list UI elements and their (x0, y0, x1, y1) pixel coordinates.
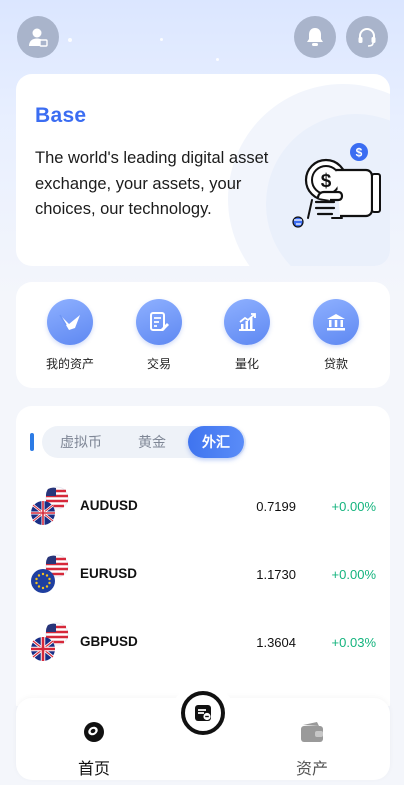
hero-tagline: The world's leading digital asset exchan… (35, 149, 269, 218)
quick-action-trade[interactable]: 交易 (124, 299, 194, 372)
document-pen-icon (136, 299, 182, 345)
bell-icon (307, 28, 323, 46)
pair-change: +0.03% (331, 635, 376, 650)
quick-action-label: 贷款 (323, 357, 348, 371)
pair-change: +0.00% (331, 499, 376, 514)
pair-price: 0.7199 (256, 499, 296, 514)
user-profile-icon (29, 28, 48, 47)
bank-icon (313, 299, 359, 345)
quick-action-label: 我的资产 (45, 357, 94, 371)
home-coins-icon (84, 722, 104, 742)
quick-action-label: 交易 (146, 357, 171, 371)
nav-assets[interactable]: 资产 (282, 720, 342, 779)
chart-up-icon (224, 299, 270, 345)
profile-button[interactable] (17, 16, 59, 58)
hero-title: Base (35, 104, 87, 127)
quick-actions: 我的资产 交易 量化 贷款 (16, 282, 390, 388)
nav-home[interactable]: 首页 (64, 720, 124, 779)
notification-button[interactable] (294, 16, 336, 58)
pair-price: 1.1730 (256, 567, 296, 582)
headset-icon (358, 28, 376, 47)
tab-gold[interactable]: 黄金 (124, 426, 180, 458)
market-panel: 虚拟币 黄金 外汇 AUDUSD 0.7199 +0.00% EURUSD 1.… (16, 406, 390, 706)
wallet-icon (301, 722, 323, 742)
support-button[interactable] (346, 16, 388, 58)
nav-assets-label: 资产 (295, 761, 328, 778)
section-accent-bar (30, 433, 34, 451)
quick-action-my-assets[interactable]: 我的资产 (35, 299, 105, 372)
hero-banner: Base The world's leading digital asset e… (16, 74, 390, 266)
svg-text:$: $ (356, 146, 363, 160)
center-trade-button[interactable] (181, 691, 225, 735)
pair-symbol: EURUSD (80, 566, 138, 581)
tab-crypto[interactable]: 虚拟币 (50, 426, 112, 458)
nav-home-label: 首页 (77, 761, 110, 778)
quick-action-label: 量化 (234, 357, 259, 371)
coin-hand-illustration-icon: $ $ (292, 143, 381, 228)
tab-forex[interactable]: 外汇 (188, 426, 244, 458)
market-row[interactable]: AUDUSD 0.7199 +0.00% (16, 486, 390, 554)
svg-text:$: $ (321, 171, 332, 192)
gb-flag-icon (31, 622, 69, 661)
market-row[interactable]: GBPUSD 1.3604 +0.03% (16, 622, 390, 690)
market-tabs: 虚拟币 黄金 外汇 (42, 426, 246, 458)
quick-action-quant[interactable]: 量化 (212, 299, 282, 372)
quick-action-loan[interactable]: 贷款 (301, 299, 371, 372)
top-bar (0, 0, 404, 74)
pair-price: 1.3604 (256, 635, 296, 650)
wallet-swallow-icon (47, 299, 93, 345)
eu-flag-icon (31, 554, 69, 593)
market-row[interactable]: EURUSD 1.1730 +0.00% (16, 554, 390, 622)
au-flag-icon (31, 486, 69, 525)
pair-change: +0.00% (331, 567, 376, 582)
pair-symbol: AUDUSD (80, 498, 138, 513)
trade-exchange-icon (195, 705, 211, 721)
pair-symbol: GBPUSD (80, 634, 138, 649)
